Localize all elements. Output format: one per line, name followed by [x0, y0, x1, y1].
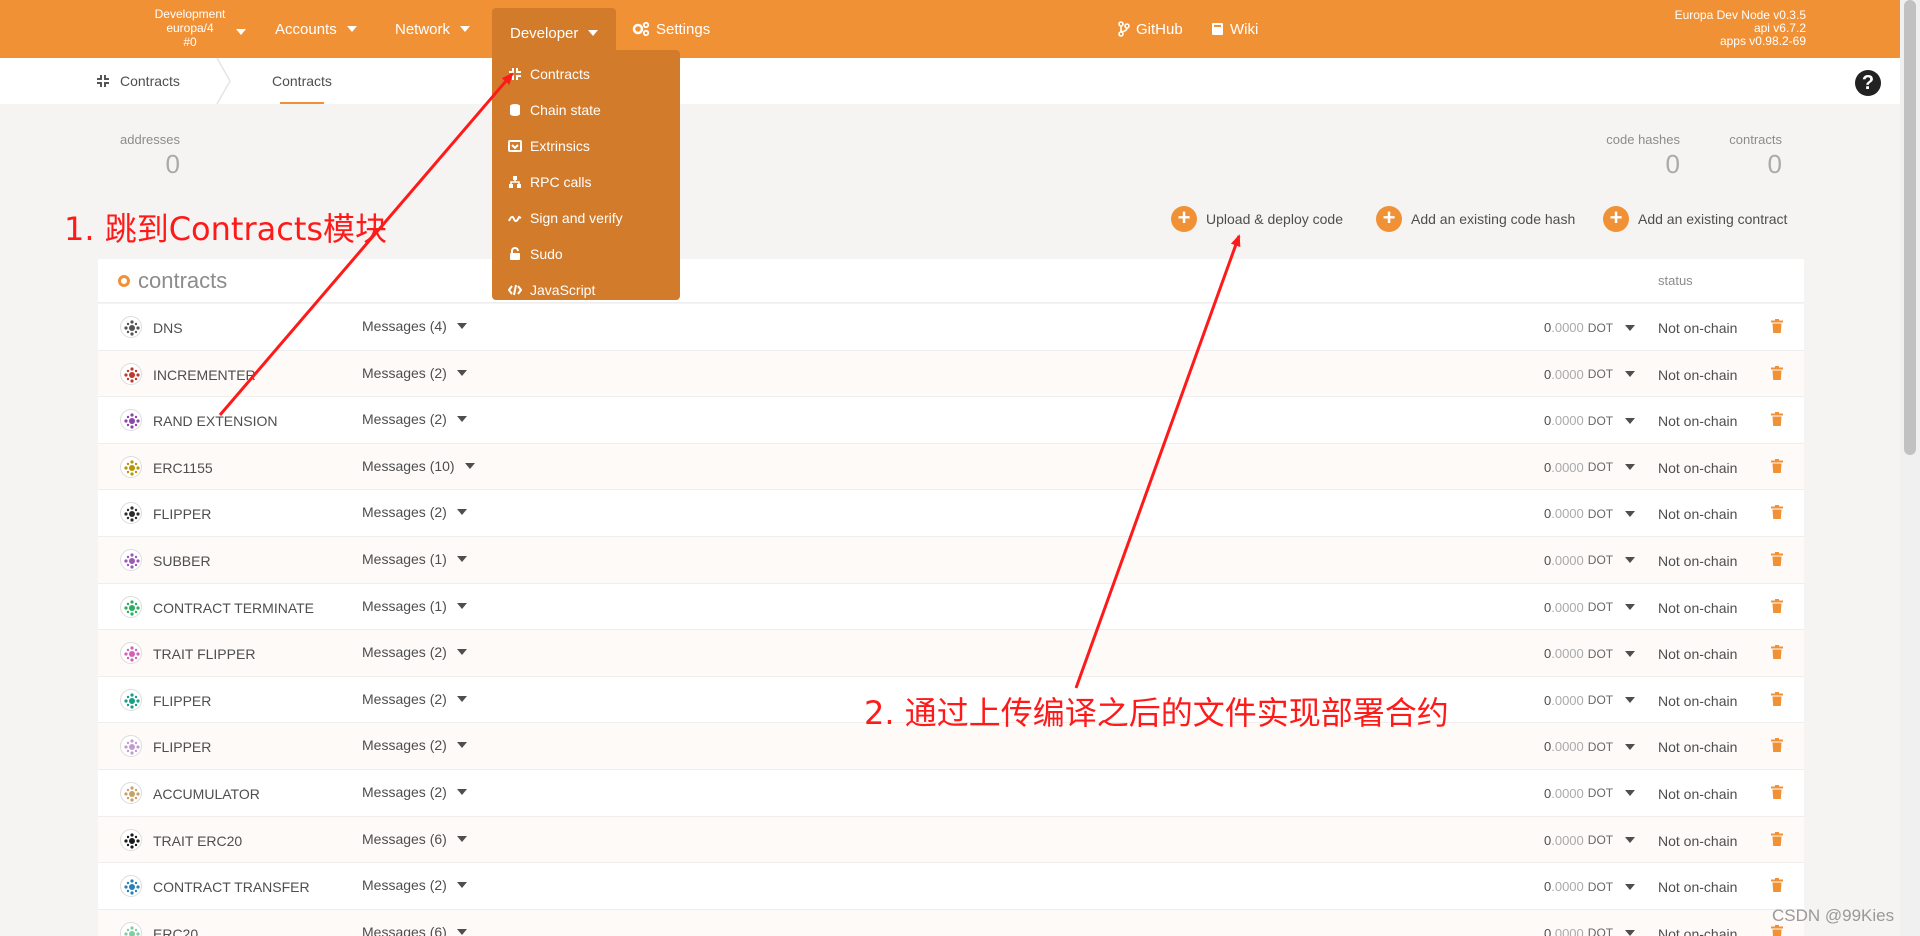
- annotation-step-1: 1. 跳到Contracts模块: [64, 210, 388, 248]
- arrow-to-upload-button: [1074, 234, 1241, 689]
- page-scrollbar[interactable]: [1900, 0, 1920, 936]
- scrollbar-thumb[interactable]: [1904, 0, 1916, 455]
- annotation-step-2: 2. 通过上传编译之后的文件实现部署合约: [864, 694, 1449, 732]
- watermark: CSDN @99Kies: [1772, 906, 1895, 925]
- annotation-arrows: [218, 72, 1241, 689]
